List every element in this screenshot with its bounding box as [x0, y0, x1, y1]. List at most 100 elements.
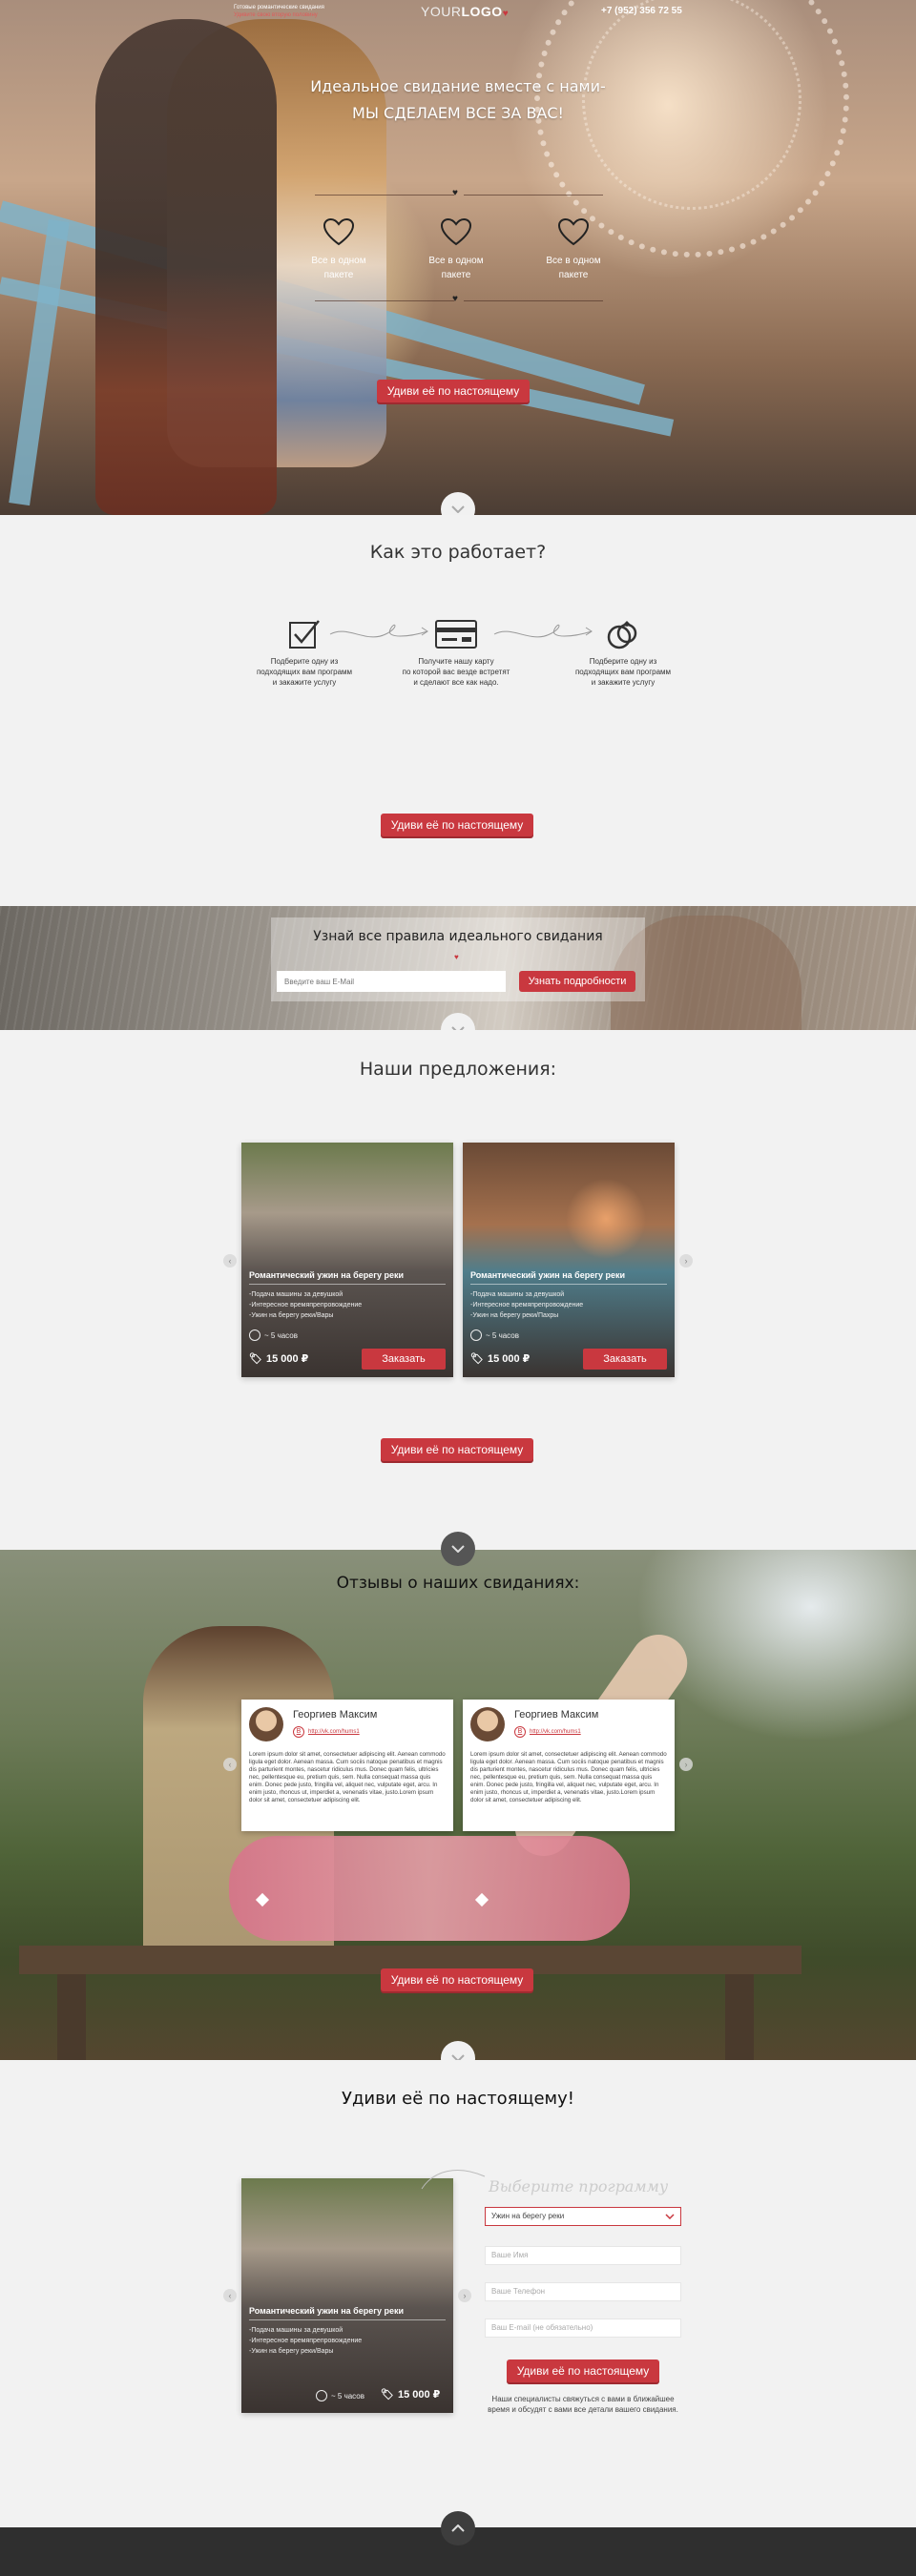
program-select[interactable]: Ужин на берегу реки: [485, 2207, 681, 2226]
how-cta-button[interactable]: Удиви её по настоящему: [381, 814, 533, 836]
curl-decoration: [421, 2170, 486, 2190]
chevron-down-icon: [451, 1545, 465, 1553]
offer-card: Романтический ужин на берегу реки -Подач…: [241, 1143, 453, 1377]
divider-heart-icon: ♥: [452, 294, 458, 304]
header-phone[interactable]: +7 (952) 356 72 55: [601, 6, 682, 16]
header-tagline: Готовые романтические свидания Удивите с…: [234, 5, 324, 18]
how-it-works-section: [0, 515, 916, 906]
vk-icon: В: [293, 1726, 304, 1738]
divider: [464, 195, 603, 196]
offers-title: Наши предложения:: [359, 1059, 557, 1080]
offers-section: [0, 1030, 916, 1550]
order-button[interactable]: Заказать: [362, 1349, 446, 1370]
scroll-to-top-button[interactable]: [441, 2511, 475, 2545]
offers-cta-button[interactable]: Удиви её по настоящему: [381, 1438, 533, 1461]
chevron-down-icon: [665, 2214, 675, 2219]
offer-features: -Подача машины за девушкой -Интересное в…: [470, 1291, 584, 1319]
river-dinner-photo: [241, 1143, 453, 1377]
feature-item: Все в одном пакете: [531, 217, 616, 282]
hero-title-line1: Идеальное свидание вместе с нами-: [310, 77, 606, 95]
divider: [470, 1284, 667, 1285]
order-card-price: 🏷 15 000 ₽: [381, 2389, 441, 2401]
offer-duration: ~ 5 часов: [470, 1329, 519, 1341]
order-card-title: Романтический ужин на берегу реки: [249, 2306, 405, 2316]
checkbox-icon: [289, 620, 320, 649]
order-next-button[interactable]: ›: [458, 2289, 471, 2302]
river-dinner-photo: [241, 2178, 453, 2413]
avatar: [249, 1707, 283, 1741]
phone-input[interactable]: Ваше Телефон: [485, 2282, 681, 2301]
review-text: Lorem ipsum dolor sit amet, consectetuer…: [249, 1751, 446, 1803]
logo[interactable]: YOURLOGO♥: [421, 4, 509, 19]
offer-card: Романтический ужин на берегу реки -Подач…: [463, 1143, 675, 1377]
bench-leg-decoration: [725, 1974, 754, 2060]
rules-heart-icon: ♥: [454, 953, 459, 961]
clock-icon: [470, 1329, 482, 1341]
hero-cta-button[interactable]: Удиви её по настоящему: [377, 380, 530, 402]
review-profile-link[interactable]: Вhttp://vk.com/hums1: [293, 1726, 360, 1738]
review-card: Георгиев Максим Вhttp://vk.com/hums1 Lor…: [241, 1700, 453, 1831]
rules-submit-button[interactable]: Узнать подробности: [519, 971, 635, 992]
rings-icon: [607, 621, 637, 649]
offer-price: 🏷 15 000 ₽: [470, 1353, 531, 1365]
choose-program-label: Выберите программу: [489, 2177, 669, 2195]
divider: [315, 195, 454, 196]
divider: [315, 300, 454, 301]
hero-photo-man: [95, 19, 277, 515]
order-submit-button[interactable]: Удиви её по настоящему: [507, 2360, 659, 2382]
railing-post-decoration: [9, 218, 70, 506]
hero-section: Готовые романтические свидания Удивите с…: [0, 0, 916, 515]
reviews-cta-button[interactable]: Удиви её по настоящему: [381, 1968, 533, 1991]
rules-section: Узнай все правила идеального свидания ♥ …: [0, 906, 916, 1030]
reviews-prev-button[interactable]: ‹: [223, 1758, 237, 1771]
order-card-duration: ~ 5 часов: [316, 2390, 364, 2401]
rules-email-input[interactable]: [277, 971, 506, 992]
card-icon: [435, 620, 477, 649]
heart-icon: [557, 217, 590, 246]
reviews-next-button[interactable]: ›: [679, 1758, 693, 1771]
chevron-down-icon: [451, 505, 465, 513]
carousel-next-button[interactable]: ›: [679, 1254, 693, 1267]
carousel-prev-button[interactable]: ‹: [223, 1254, 237, 1267]
heart-icon: [440, 217, 472, 246]
reviews-photo-woman: [229, 1836, 630, 1941]
tag-icon: 🏷: [381, 2389, 394, 2401]
name-input[interactable]: Ваше Имя: [485, 2246, 681, 2265]
hero-title-line2: МЫ СДЕЛАЕМ ВСЕ ЗА ВАС!: [352, 104, 564, 122]
order-card-features: -Подача машины за девушкой -Интересное в…: [249, 2327, 363, 2355]
review-author: Георгиев Максим: [514, 1709, 599, 1721]
order-button[interactable]: Заказать: [583, 1349, 667, 1370]
divider: [249, 1284, 446, 1285]
divider: [249, 2319, 446, 2320]
vk-icon: В: [514, 1726, 526, 1738]
review-author: Георгиев Максим: [293, 1709, 378, 1721]
divider-heart-icon: ♥: [452, 188, 458, 198]
review-card: Георгиев Максим Вhttp://vk.com/hums1 Lor…: [463, 1700, 675, 1831]
reviews-title: Отзывы о наших свиданиях:: [336, 1574, 580, 1593]
scroll-down-button[interactable]: [441, 1532, 475, 1566]
avatar: [470, 1707, 505, 1741]
order-prev-button[interactable]: ‹: [223, 2289, 237, 2302]
offer-title: Романтический ужин на берегу реки: [470, 1270, 626, 1280]
how-title: Как это работает?: [369, 542, 547, 563]
offer-title: Романтический ужин на берегу реки: [249, 1270, 405, 1280]
review-profile-link[interactable]: Вhttp://vk.com/hums1: [514, 1726, 581, 1738]
offer-features: -Подача машины за девушкой -Интересное в…: [249, 1291, 363, 1319]
divider: [464, 300, 603, 301]
email-input[interactable]: Ваш E-mail (не обязательно): [485, 2318, 681, 2338]
order-note: Наши специалисты свяжуться с вами в ближ…: [488, 2395, 678, 2414]
tag-icon: 🏷: [249, 1353, 262, 1365]
clock-icon: [316, 2390, 327, 2401]
offer-duration: ~ 5 часов: [249, 1329, 298, 1341]
step-item: Подберите одну из подходящих вам программ…: [566, 618, 680, 688]
feature-item: Все в одном пакете: [413, 217, 499, 282]
heart-icon: [323, 217, 355, 246]
bench-leg-decoration: [57, 1974, 86, 2060]
feature-item: Все в одном пакете: [296, 217, 382, 282]
order-title: Удиви её по настоящему!: [341, 2089, 574, 2109]
chevron-up-icon: [451, 2524, 465, 2532]
rules-title: Узнай все правила идеального свидания: [313, 929, 603, 944]
clock-icon: [249, 1329, 260, 1341]
jacuzzi-photo: [463, 1143, 675, 1377]
order-card: Романтический ужин на берегу реки -Подач…: [241, 2178, 453, 2413]
